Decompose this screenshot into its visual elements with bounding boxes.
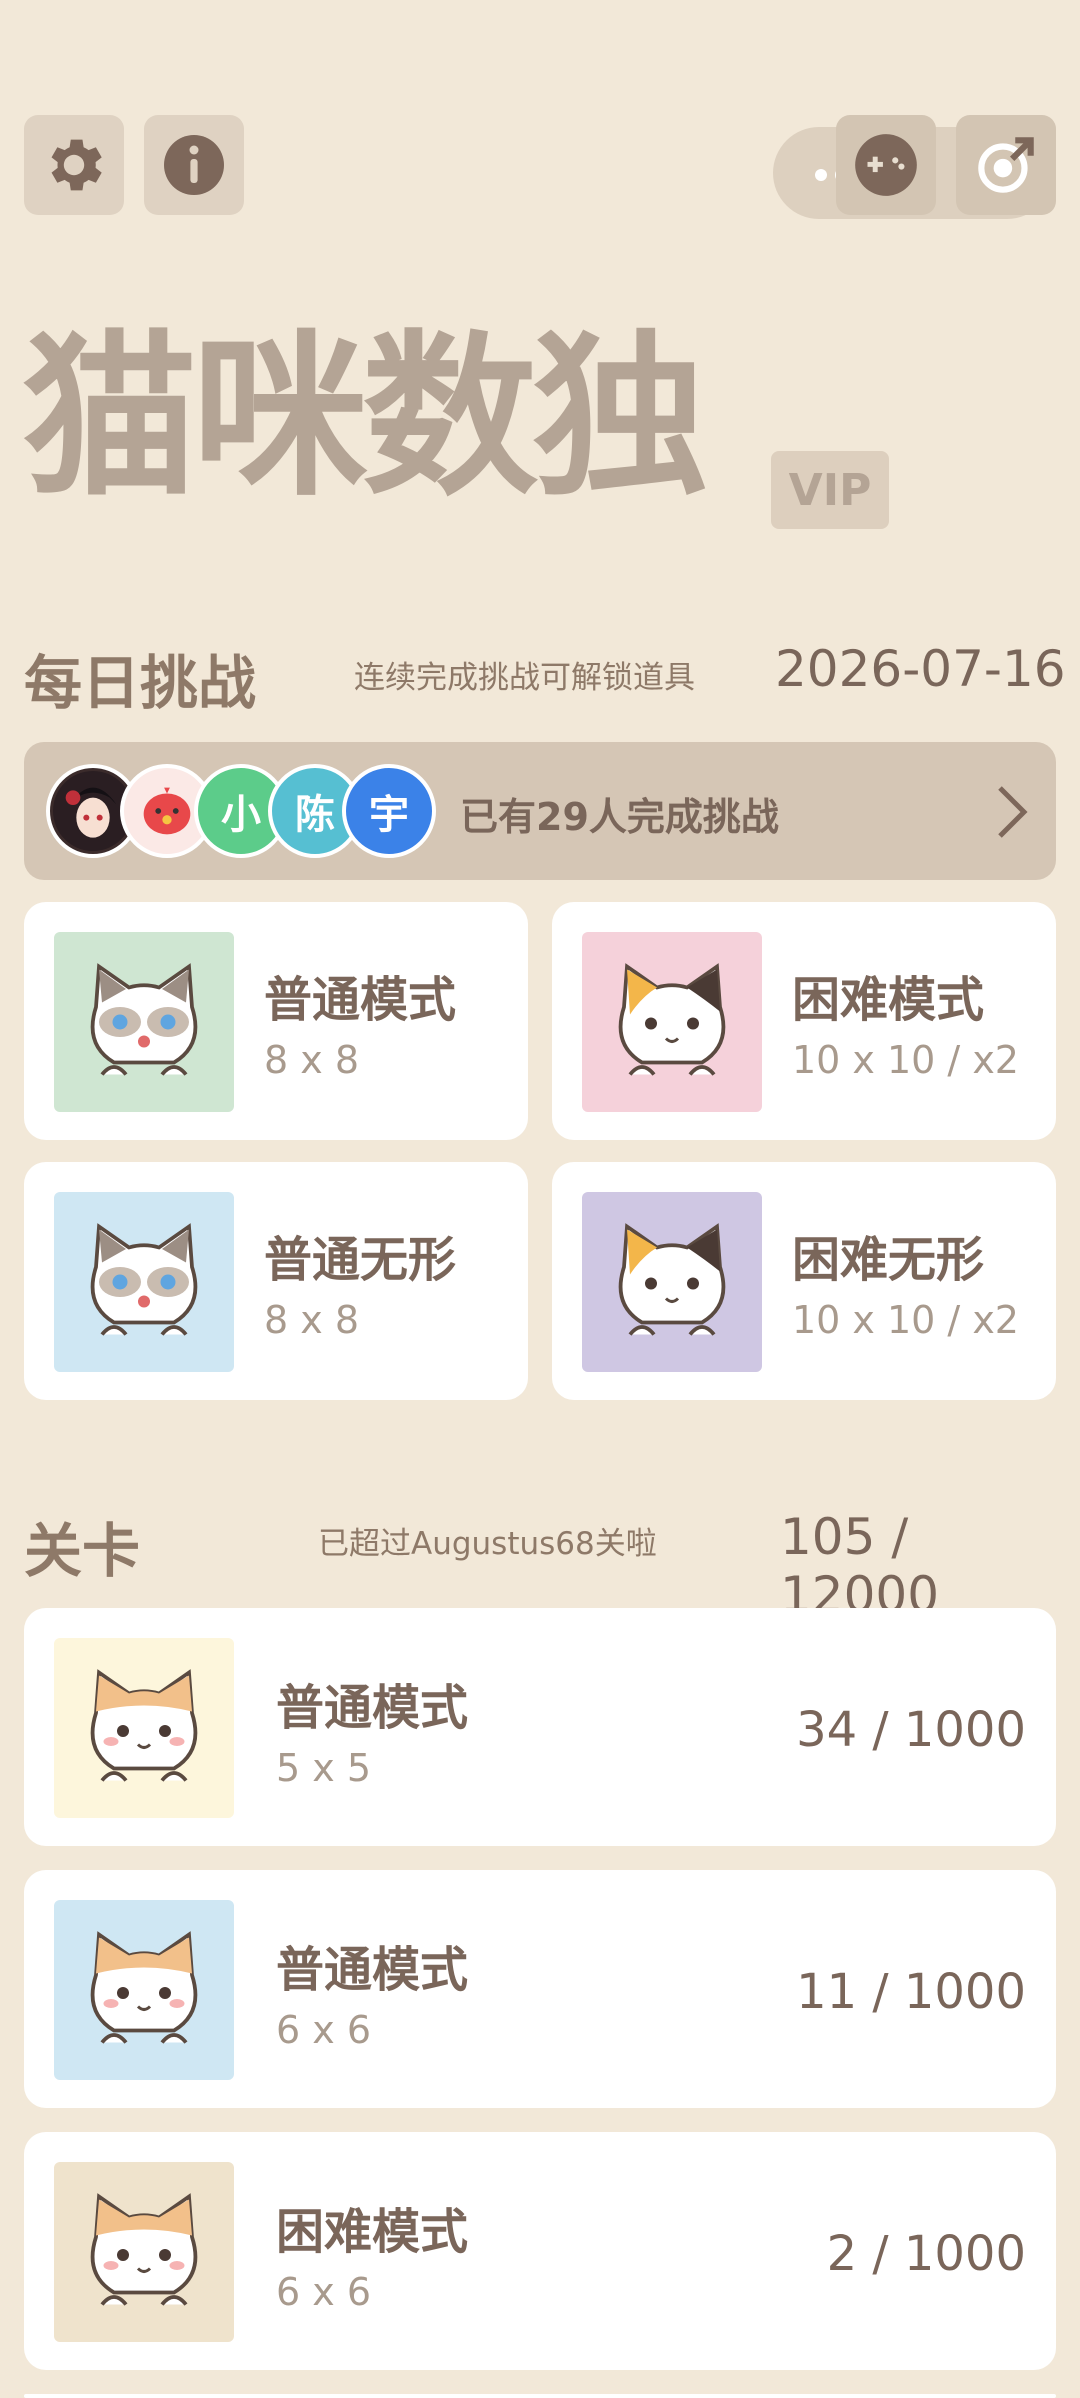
level-grid-size: 6 x 6 — [276, 2270, 371, 2314]
mode-card-hard-invisible[interactable]: 困难无形 10 x 10 / x2 — [552, 1162, 1056, 1400]
level-thumbnail — [54, 2162, 234, 2342]
level-title: 普通模式 — [276, 1942, 469, 1998]
mode-thumbnail — [54, 932, 234, 1112]
gamepad-icon — [855, 134, 917, 196]
daily-challenge-date: 2026-07-16 — [775, 640, 1066, 698]
ragdoll-cat-icon — [90, 1223, 198, 1336]
vip-badge[interactable]: VIP — [771, 451, 889, 529]
mode-thumbnail — [582, 932, 762, 1112]
mode-grid-size: 10 x 10 / x2 — [792, 1298, 1019, 1342]
mode-card-normal[interactable]: 普通模式 8 x 8 — [24, 902, 528, 1140]
orange-cat-icon — [90, 2193, 198, 2306]
mode-title: 普通模式 — [264, 972, 457, 1028]
exit-button[interactable] — [956, 115, 1056, 215]
calico-cat-icon — [618, 963, 726, 1076]
levels-total-progress: 105 / 12000 — [780, 1508, 940, 1624]
level-progress: 11 / 1000 — [796, 1964, 1026, 2020]
game-button[interactable] — [836, 115, 936, 215]
mode-card-normal-invisible[interactable]: 普通无形 8 x 8 — [24, 1162, 528, 1400]
level-title: 困难模式 — [276, 2204, 469, 2260]
level-card[interactable]: 困难模式 6 x 6 2 / 1000 — [24, 2132, 1056, 2370]
mode-grid-size: 10 x 10 / x2 — [792, 1038, 1019, 1082]
red-bird-avatar-icon — [143, 787, 191, 835]
completion-count: 已有29人完成挑战 — [460, 795, 779, 839]
level-title: 普通模式 — [276, 1680, 469, 1736]
mode-thumbnail — [582, 1192, 762, 1372]
levels-note: 已超过Augustus68关啦 — [318, 1526, 657, 1562]
levels-heading: 关卡 — [24, 1517, 141, 1585]
level-thumbnail — [54, 1638, 234, 1818]
gear-icon — [51, 139, 102, 191]
level-card[interactable]: 普通模式 5 x 5 34 / 1000 — [24, 1608, 1056, 1846]
mode-title: 普通无形 — [264, 1232, 457, 1288]
mode-title: 困难模式 — [792, 972, 985, 1028]
level-card-partial[interactable] — [24, 2394, 1056, 2398]
level-progress: 2 / 1000 — [826, 2226, 1026, 2282]
ragdoll-cat-icon — [90, 963, 198, 1076]
daily-challenge-heading: 每日挑战 — [24, 649, 257, 717]
settings-button[interactable] — [24, 115, 124, 215]
level-grid-size: 6 x 6 — [276, 2008, 371, 2052]
mode-grid-size: 8 x 8 — [264, 1298, 359, 1342]
mode-thumbnail — [54, 1192, 234, 1372]
record-icon — [978, 137, 1034, 193]
chevron-right-icon — [998, 786, 1028, 838]
level-grid-size: 5 x 5 — [276, 1746, 371, 1790]
level-progress: 34 / 1000 — [796, 1702, 1026, 1758]
orange-cat-icon — [90, 1931, 198, 2044]
mode-title: 困难无形 — [792, 1232, 985, 1288]
app-title: 猫咪数独 — [22, 315, 708, 520]
challenge-completion-banner[interactable]: 小 陈 宇 已有29人完成挑战 — [24, 742, 1056, 880]
level-card[interactable]: 普通模式 6 x 6 11 / 1000 — [24, 1870, 1056, 2108]
orange-cat-icon — [90, 1669, 198, 1782]
info-icon — [164, 135, 224, 195]
mode-card-hard[interactable]: 困难模式 10 x 10 / x2 — [552, 902, 1056, 1140]
mode-grid-size: 8 x 8 — [264, 1038, 359, 1082]
avatar: 宇 — [342, 764, 436, 858]
daily-challenge-note: 连续完成挑战可解锁道具 — [354, 660, 695, 696]
level-thumbnail — [54, 1900, 234, 2080]
info-button[interactable] — [144, 115, 244, 215]
calico-cat-icon — [618, 1223, 726, 1336]
